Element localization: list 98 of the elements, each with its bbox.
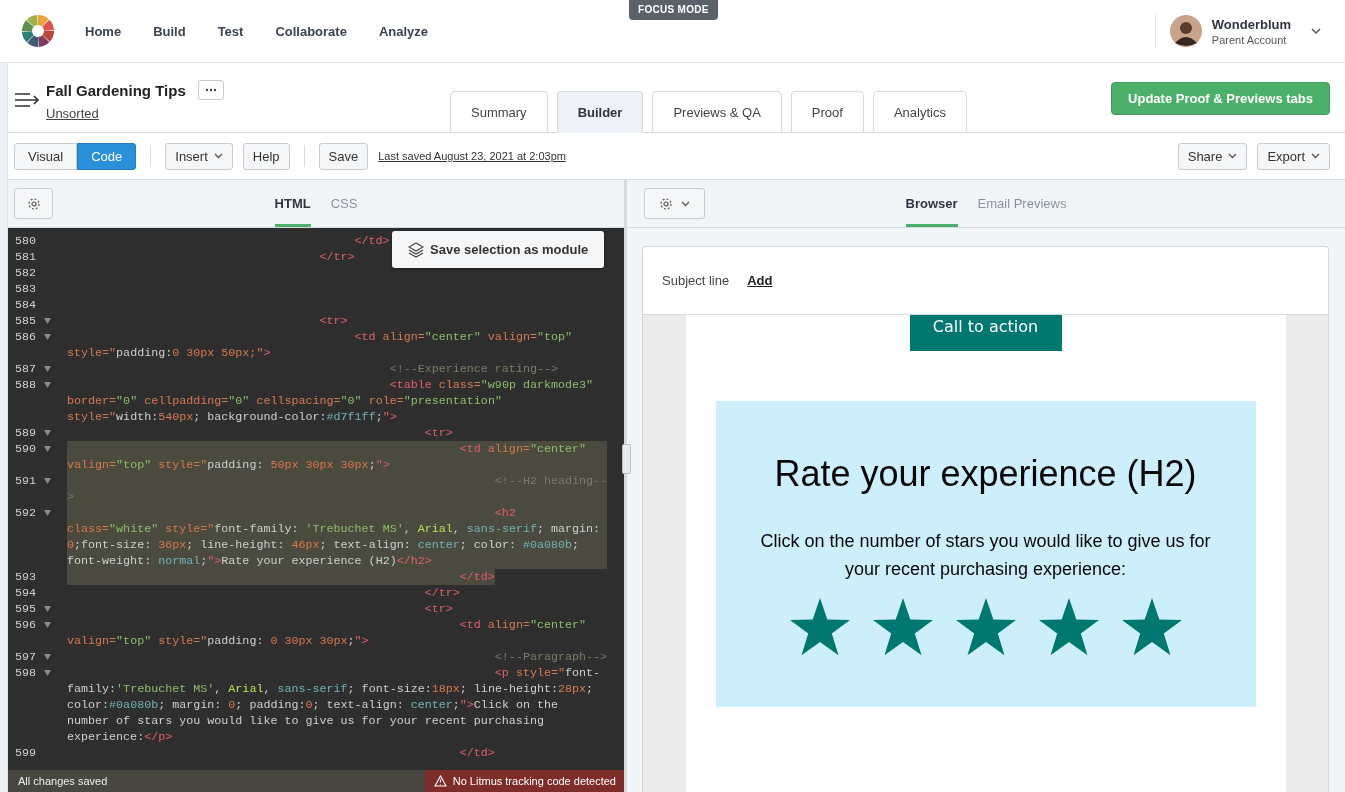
fold-icon[interactable] — [44, 510, 51, 516]
fold-icon[interactable] — [44, 670, 51, 676]
nav-link[interactable]: Analyze — [378, 23, 429, 39]
nav-link[interactable]: Collaborate — [275, 23, 347, 39]
line-number: 586 — [13, 329, 37, 346]
line-number: 594 — [13, 585, 37, 601]
rating-heading: Rate your experience (H2) — [774, 452, 1197, 496]
line-number: 593 — [13, 569, 37, 585]
insert-dropdown[interactable]: Insert — [165, 142, 233, 170]
fold-icon[interactable] — [44, 446, 51, 452]
gear-icon — [659, 196, 673, 211]
star-icon[interactable] — [871, 597, 934, 657]
user-name: Wonderblum — [1211, 16, 1291, 32]
mode-toggle[interactable]: Visual — [14, 142, 78, 170]
star-icon[interactable] — [954, 597, 1017, 657]
code-line: <tr> — [318, 313, 348, 329]
code-line: </tr> — [423, 585, 460, 601]
code-line: <td align="center" valign="top" style="padding:0 30px 50px;"> — [67, 329, 573, 361]
add-subject-link[interactable]: Add — [747, 273, 773, 288]
logo-icon[interactable] — [21, 14, 55, 48]
star-icon[interactable] — [1120, 597, 1183, 657]
fold-icon[interactable] — [44, 334, 51, 340]
preview-tab[interactable]: Browser — [905, 180, 958, 227]
account-type: Parent Account — [1211, 33, 1288, 46]
fold-icon[interactable] — [44, 366, 51, 372]
folder-link[interactable]: Unsorted — [46, 106, 99, 121]
rating-text: Click on the number of stars you would like to give us for your recent purchasing experience: — [759, 530, 1212, 581]
code-line: <td align="center" valign="top" style="padding: 0 30px 30px;"> — [67, 617, 588, 649]
gear-icon — [26, 196, 41, 211]
line-number: 589 — [13, 425, 37, 441]
code-line: <tr> — [423, 601, 453, 617]
chevron-down-icon[interactable] — [1311, 28, 1321, 34]
line-number: 590 — [13, 441, 37, 458]
line-number: 585 — [13, 313, 37, 329]
code-line: <tr> — [423, 425, 453, 441]
line-number: 583 — [13, 281, 37, 297]
tracking-warning: No Litmus tracking code detected — [424, 770, 624, 792]
settings-button[interactable] — [14, 188, 53, 219]
fold-icon[interactable] — [44, 606, 51, 612]
line-number: 596 — [13, 617, 37, 634]
save-button[interactable]: Save — [318, 142, 369, 170]
code-line: <!--Experience rating--> — [388, 361, 558, 377]
fold-icon[interactable] — [44, 622, 51, 628]
line-number: 591 — [13, 473, 37, 490]
chevron-down-icon — [1228, 153, 1238, 159]
tab[interactable]: Proof — [790, 91, 864, 133]
line-number: 588 — [13, 377, 37, 394]
code-line: </td> — [353, 233, 390, 249]
line-number: 581 — [13, 249, 37, 265]
star-icon[interactable] — [788, 597, 851, 657]
share-dropdown[interactable]: Share — [1177, 142, 1248, 170]
document-title: Fall Gardening Tips — [46, 81, 186, 99]
help-button[interactable]: Help — [242, 142, 290, 170]
focus-mode-badge[interactable]: FOCUS MODE — [629, 0, 718, 20]
warning-icon — [433, 775, 447, 787]
star-icon[interactable] — [1037, 597, 1100, 657]
save-status: All changes saved — [17, 775, 108, 787]
tab[interactable]: Analytics — [872, 91, 967, 133]
chevron-down-icon — [681, 200, 690, 207]
subject-label: Subject line — [662, 273, 730, 288]
line-number: 582 — [13, 265, 37, 281]
tab[interactable]: Previews & QA — [652, 91, 782, 133]
code-line: </tr> — [318, 249, 355, 265]
save-module-tooltip[interactable]: Save selection as module — [392, 231, 605, 268]
chevron-down-icon — [213, 153, 223, 159]
settings-dropdown[interactable] — [644, 188, 705, 219]
tab[interactable]: Builder — [556, 91, 644, 133]
nav-link[interactable]: Test — [217, 23, 244, 39]
export-dropdown[interactable]: Export — [1257, 142, 1330, 170]
avatar[interactable] — [1169, 15, 1202, 47]
chevron-down-icon — [1311, 153, 1320, 159]
line-number: 599 — [13, 745, 37, 761]
code-line: <table class="w90p darkmode3" border="0" cellpadding="0" cellspacing="0" role="presentation" style="width:540px; background-color:#d7f1ff;"> — [67, 377, 595, 425]
line-number: 597 — [13, 649, 37, 665]
line-number: 595 — [13, 601, 37, 617]
fold-icon[interactable] — [44, 318, 51, 324]
code-line: </td> — [458, 745, 495, 761]
nav-link[interactable]: Home — [85, 23, 122, 39]
last-saved-link[interactable]: Last saved August 23, 2021 at 2:03pm — [378, 150, 566, 162]
code-line: <!--Paragraph--> — [493, 649, 608, 665]
code-line: <p style="font-family:'Trebuchet MS', Arial, sans-serif; font-size:18px; line-height:28px; color:#0a080b; margin: 0; padding:0; text-align: center;">Click on the number of stars you would like to give us for your recent purchasing experience:</p> — [67, 665, 602, 745]
collapse-menu-icon[interactable] — [14, 91, 40, 109]
fold-icon[interactable] — [44, 654, 51, 660]
layers-icon — [408, 241, 424, 258]
ellipsis-icon — [204, 88, 217, 92]
fold-icon[interactable] — [44, 478, 51, 484]
line-number: 580 — [13, 233, 37, 249]
line-number: 587 — [13, 361, 37, 377]
line-number: 592 — [13, 505, 37, 522]
line-number: 584 — [13, 297, 37, 313]
more-button[interactable] — [197, 80, 224, 100]
fold-icon[interactable] — [44, 382, 51, 388]
call-to-action-button[interactable]: Call to action — [909, 315, 1062, 351]
line-number: 598 — [13, 665, 37, 682]
splitter-handle[interactable] — [622, 444, 631, 474]
nav-link[interactable]: Build — [153, 23, 186, 39]
tab[interactable]: Summary — [450, 91, 548, 133]
fold-icon[interactable] — [44, 430, 51, 436]
